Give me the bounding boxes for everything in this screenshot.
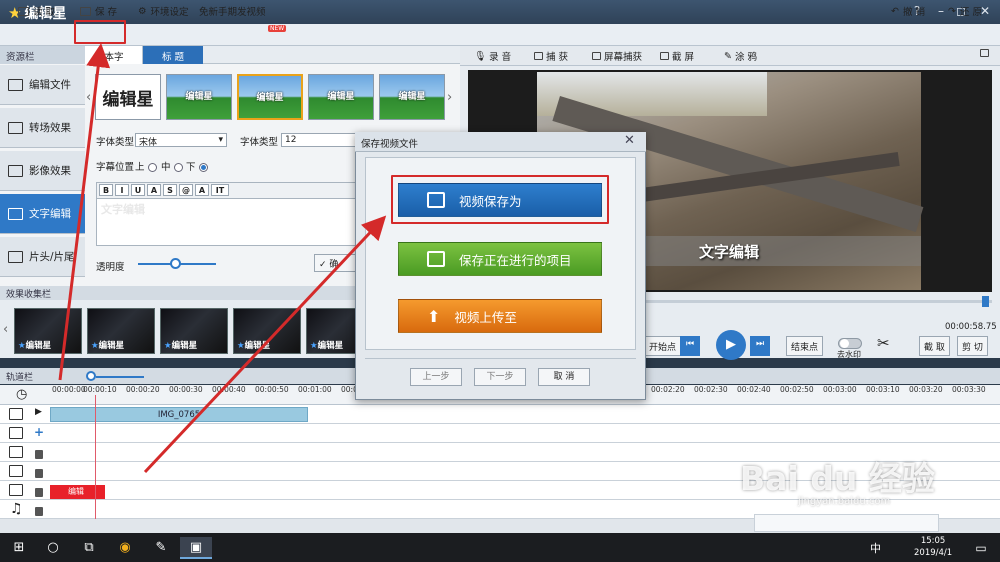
windows-start-icon[interactable]: ⊞ — [8, 537, 30, 559]
clock-time: 15:05 — [920, 536, 946, 546]
notification-icon[interactable]: ▭ — [970, 537, 992, 559]
task-view-icon[interactable]: ⧉ — [78, 537, 100, 559]
system-clock[interactable]: 15:05 2019/4/1 — [914, 535, 952, 559]
paint-icon[interactable]: ✎ — [150, 537, 172, 559]
baidu-watermark: Bai du 经验 — [740, 459, 935, 498]
arrow-to-save — [58, 43, 111, 381]
search-icon[interactable]: ○ — [42, 537, 64, 559]
chrome-icon[interactable]: ◉ — [114, 537, 136, 559]
clock-date: 2019/4/1 — [914, 548, 953, 558]
ime-toolbar — [754, 514, 939, 532]
arrow-to-save-as — [143, 215, 387, 474]
ime-indicator[interactable]: 中 — [870, 540, 881, 556]
editor-taskbar-icon[interactable]: ▣ — [180, 537, 212, 559]
watermark-url: jingyan.baidu.com — [798, 496, 891, 507]
